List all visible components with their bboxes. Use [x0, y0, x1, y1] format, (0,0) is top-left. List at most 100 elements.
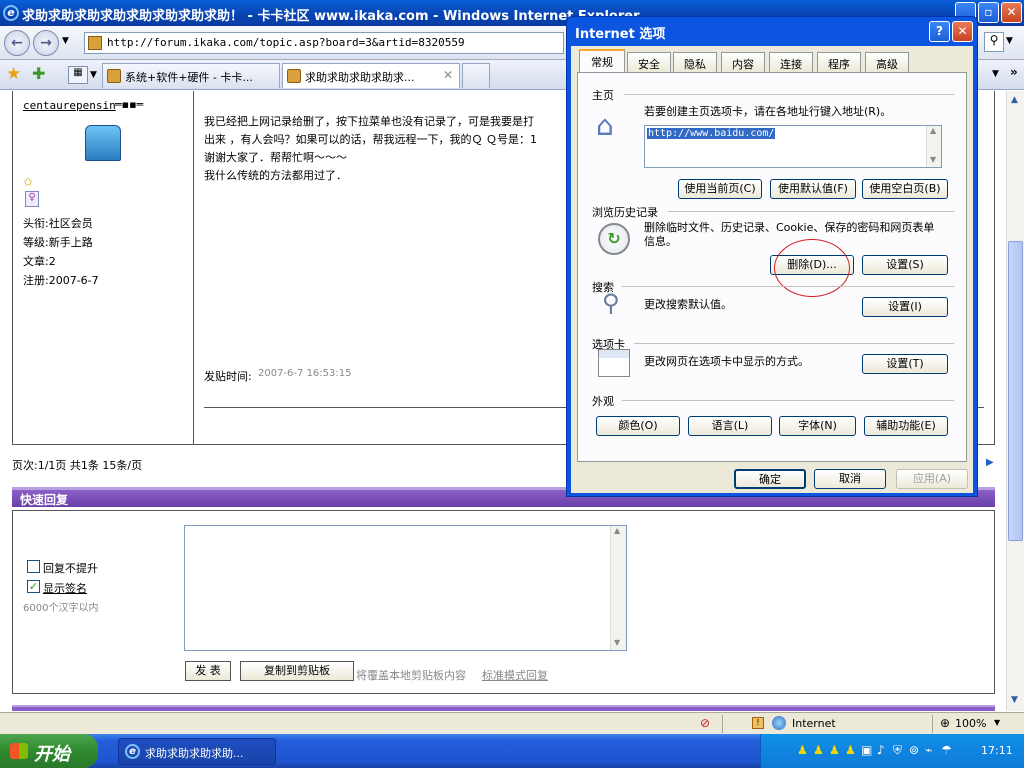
dialog-close-button[interactable]: ✕: [952, 21, 973, 42]
status-bar: ⊘ ! Internet ⊕ 100% ▼: [0, 712, 1024, 734]
tab-security[interactable]: 安全: [627, 52, 671, 72]
colors-button[interactable]: 颜色(O): [596, 416, 680, 436]
pager-info: 页次:1/1页 共1条 15条/页: [12, 459, 143, 472]
search-dropdown-icon[interactable]: ▼: [1006, 36, 1013, 46]
post-line: 我什么传统的方法都用过了．: [204, 169, 347, 182]
user-avatar: [85, 125, 121, 161]
user-level: 等级:新手上路: [23, 236, 93, 249]
back-button[interactable]: ←: [4, 30, 30, 56]
no-bump-checkbox[interactable]: [27, 560, 40, 573]
tab-system-software[interactable]: 系统+软件+硬件 - 卡卡...: [102, 63, 280, 88]
dialog-help-button[interactable]: ?: [929, 21, 950, 42]
user-article-count: 文章:2: [23, 255, 56, 268]
add-favorite-icon[interactable]: ✚: [32, 64, 45, 83]
search-magnifier-icon: ⚲: [602, 289, 620, 317]
tab-advanced[interactable]: 高级: [865, 52, 909, 72]
internet-options-dialog[interactable]: Internet 选项 ? ✕ 常规 安全 隐私 内容 连接 程序 高级 主页 …: [566, 16, 978, 497]
forward-button[interactable]: →: [33, 30, 59, 56]
tray-qq-icon[interactable]: ♟: [797, 743, 808, 757]
tray-antivirus-icon[interactable]: ⊚: [909, 743, 919, 757]
scroll-down-icon[interactable]: ▼: [930, 155, 936, 164]
ok-button[interactable]: 确定: [734, 469, 806, 489]
user-rank-title: 头衔:社区会员: [23, 217, 93, 230]
tray-qq-icon[interactable]: ♟: [845, 743, 856, 757]
search-button-icon[interactable]: ⚲: [984, 32, 1004, 52]
tray-volume-icon[interactable]: ♪: [877, 743, 885, 757]
use-blank-button[interactable]: 使用空白页(B): [862, 179, 948, 199]
show-signature-label: 显示签名: [43, 582, 87, 595]
cancel-button[interactable]: 取消: [814, 469, 886, 489]
standard-reply-link[interactable]: 标准模式回复: [482, 667, 548, 683]
page-scroll-thumb[interactable]: [1008, 241, 1023, 541]
tray-qq-icon[interactable]: ♟: [829, 743, 840, 757]
page-scroll-down-icon[interactable]: ▼: [1011, 695, 1018, 705]
home-house-icon: ⌂: [596, 109, 614, 142]
home-page-url[interactable]: http://www.baidu.com/: [647, 128, 776, 139]
scroll-down-icon[interactable]: ▼: [614, 638, 620, 647]
use-current-button[interactable]: 使用当前页(C): [678, 179, 762, 199]
internet-zone-globe-icon: [772, 716, 786, 730]
address-bar[interactable]: http://forum.ikaka.com/topic.asp?board=3…: [84, 32, 564, 54]
reply-textarea[interactable]: ▲ ▼: [184, 525, 627, 651]
tab-general[interactable]: 常规: [579, 49, 625, 72]
search-settings-button[interactable]: 设置(I): [862, 297, 948, 317]
page-scrollbar[interactable]: ▲ ▼: [1006, 91, 1024, 711]
close-window-button[interactable]: ✕: [1001, 2, 1022, 23]
dialog-title: Internet 选项: [575, 27, 666, 42]
no-bump-label: 回复不提升: [43, 562, 98, 575]
chevron-more-icon[interactable]: »: [1010, 65, 1018, 79]
favorites-star-icon[interactable]: ★: [6, 64, 21, 84]
browser-window-title: 求助求助求助求助求助求助求助求助！ - 卡卡社区 www.ikaka.com -…: [22, 9, 640, 24]
history-settings-button[interactable]: 设置(S): [862, 255, 948, 275]
tray-usb-icon[interactable]: ⌁: [925, 743, 932, 757]
apply-button[interactable]: 应用(A): [896, 469, 968, 489]
submit-reply-button[interactable]: 发 表: [185, 661, 231, 681]
site-favicon-icon: [107, 69, 121, 83]
tray-network-icon[interactable]: ▣: [861, 743, 872, 757]
copy-to-clipboard-button[interactable]: 复制到剪贴板: [240, 661, 354, 681]
zoom-dropdown-icon[interactable]: ▼: [994, 718, 1000, 727]
tab-help-post[interactable]: 求助求助求助求助求... ✕: [282, 63, 460, 88]
taskbar-clock[interactable]: 17:11: [981, 744, 1013, 757]
tab-content[interactable]: 内容: [721, 52, 765, 72]
url-scrollbar[interactable]: ▲ ▼: [926, 126, 941, 167]
post-line: 我已经把上网记录给删了，按下拉菜单也没有记录了，可是我要是打: [204, 115, 534, 128]
tab-label: 求助求助求助求助求...: [305, 71, 415, 84]
tab-programs[interactable]: 程序: [817, 52, 861, 72]
new-tab-button[interactable]: [462, 63, 490, 88]
page-menu-dropdown-icon[interactable]: ▼: [992, 69, 999, 79]
taskbar-ie-window-button[interactable]: e 求助求助求助求助...: [118, 738, 276, 765]
zoom-magnifier-icon[interactable]: ⊕: [940, 716, 950, 730]
privacy-blocked-icon: ⊘: [700, 716, 711, 730]
fonts-button[interactable]: 字体(N): [779, 416, 856, 436]
tray-misc-icon[interactable]: ☂: [941, 743, 952, 757]
reply-textarea-scrollbar[interactable]: ▲ ▼: [610, 526, 626, 650]
tabs-settings-button[interactable]: 设置(T): [862, 354, 948, 374]
scroll-up-icon[interactable]: ▲: [930, 126, 936, 135]
use-default-button[interactable]: 使用默认值(F): [770, 179, 856, 199]
address-url[interactable]: http://forum.ikaka.com/topic.asp?board=3…: [107, 36, 465, 49]
footer-divider-bar: [12, 705, 995, 711]
tray-security-icon[interactable]: ⛨: [893, 743, 902, 758]
quick-tabs-icon[interactable]: ▦: [68, 66, 88, 84]
tab-connections[interactable]: 连接: [769, 52, 813, 72]
scroll-up-icon[interactable]: ▲: [614, 526, 620, 535]
ie-logo-icon: e: [125, 744, 140, 759]
show-signature-checkbox[interactable]: ✓: [27, 580, 40, 593]
start-button[interactable]: 开始: [0, 734, 98, 768]
pager-next-icon[interactable]: ▶: [986, 457, 994, 468]
home-page-url-textarea[interactable]: http://www.baidu.com/ ▲ ▼: [644, 125, 942, 168]
maximize-button[interactable]: ▫: [978, 2, 999, 23]
languages-button[interactable]: 语言(L): [688, 416, 772, 436]
post-author-link[interactable]: centaurepensin: [23, 99, 116, 112]
history-dropdown-icon[interactable]: ▼: [62, 36, 69, 46]
tab-label: 系统+软件+硬件 - 卡卡...: [125, 71, 253, 84]
post-line: 谢谢大家了．帮帮忙啊～～～: [204, 151, 347, 164]
close-tab-icon[interactable]: ✕: [443, 68, 453, 82]
tray-qq-icon[interactable]: ♟: [813, 743, 824, 757]
accessibility-button[interactable]: 辅助功能(E): [864, 416, 948, 436]
page-scroll-up-icon[interactable]: ▲: [1011, 95, 1018, 105]
tab-list-dropdown-icon[interactable]: ▼: [90, 70, 97, 80]
tab-privacy[interactable]: 隐私: [673, 52, 717, 72]
zoom-level[interactable]: 100%: [955, 717, 986, 730]
